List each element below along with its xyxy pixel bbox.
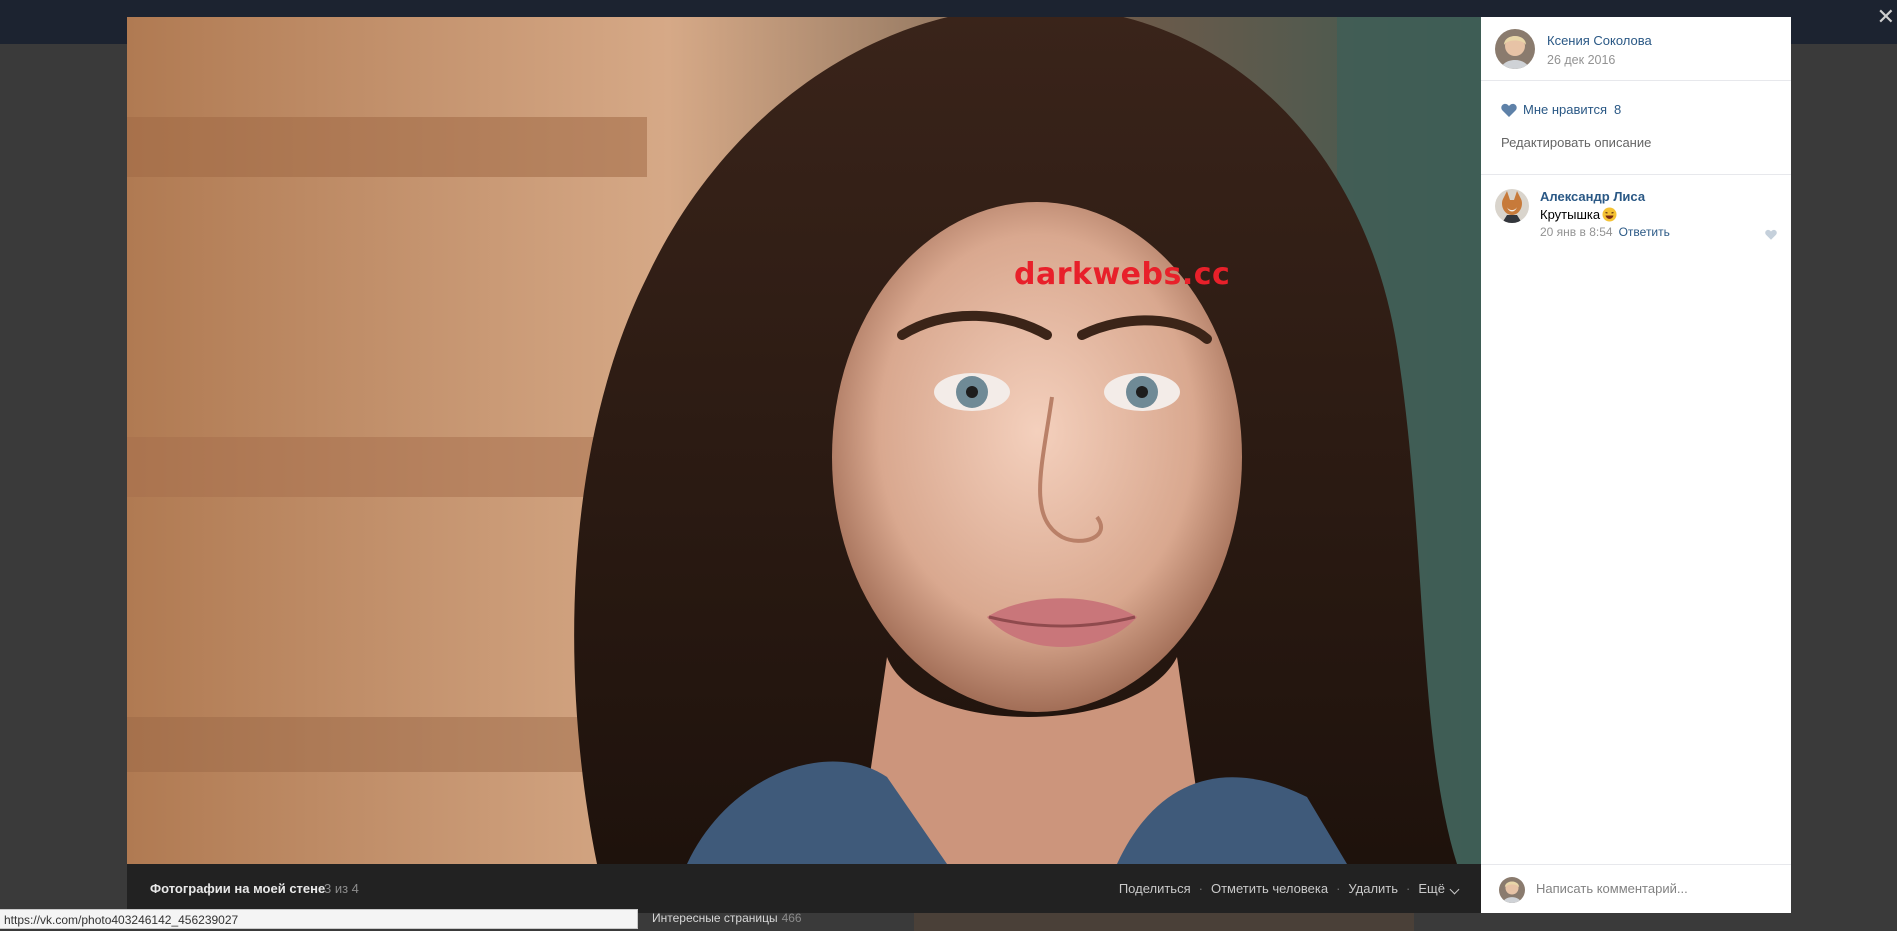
like-label: Мне нравится <box>1523 102 1608 117</box>
photo-image <box>127 17 1481 864</box>
section-count: 466 <box>781 911 802 925</box>
browser-status-bar: https://vk.com/photo403246142_456239027 <box>0 909 638 929</box>
photo-sidebar: Ксения Соколова 26 дек 2016 Мне нравится… <box>1481 17 1791 913</box>
photo-actions: Поделиться · Отметить человека · Удалить… <box>1119 881 1460 896</box>
like-button[interactable]: Мне нравится 8 <box>1501 102 1621 117</box>
photo[interactable]: darkwebs.cc <box>127 17 1481 864</box>
author-avatar[interactable] <box>1495 29 1535 69</box>
comment-item: Александр Лиса Крутышка 20 янв в 8:54 Отв… <box>1495 189 1781 240</box>
album-title[interactable]: Фотографии на моей стене <box>150 881 325 896</box>
post-date[interactable]: 26 дек 2016 <box>1547 53 1615 67</box>
section-title: Интересные страницы <box>652 911 778 925</box>
author-block: Ксения Соколова 26 дек 2016 <box>1481 17 1791 81</box>
photo-viewer: darkwebs.cc Фотографии на моей стене 3 и… <box>127 17 1791 913</box>
comment-like-heart-icon[interactable] <box>1765 229 1777 240</box>
divider <box>1481 174 1791 175</box>
watermark-text: darkwebs.cc <box>1014 257 1231 292</box>
comment-input[interactable] <box>1536 881 1776 896</box>
more-button[interactable]: Ещё <box>1418 881 1460 896</box>
comment-date[interactable]: 20 янв в 8:54 <box>1540 225 1613 239</box>
chevron-down-icon <box>1449 884 1460 895</box>
close-icon[interactable]: ✕ <box>1877 6 1895 28</box>
like-count: 8 <box>1614 102 1622 117</box>
comment-composer <box>1481 864 1791 914</box>
commenter-name[interactable]: Александр Лиса <box>1540 189 1645 204</box>
tag-person-button[interactable]: Отметить человека <box>1211 881 1328 896</box>
separator-dot: · <box>1198 881 1203 896</box>
separator-dot: · <box>1336 881 1341 896</box>
share-button[interactable]: Поделиться <box>1119 881 1191 896</box>
comment-body: Крутышка <box>1540 207 1601 222</box>
more-label: Ещё <box>1418 881 1445 896</box>
background-section-label: Интересные страницы 466 <box>652 911 802 925</box>
laughing-emoji-icon <box>1602 207 1617 222</box>
photo-counter: 3 из 4 <box>324 881 359 896</box>
heart-icon <box>1501 103 1517 117</box>
edit-description-link[interactable]: Редактировать описание <box>1501 135 1651 150</box>
comment-meta: 20 янв в 8:54 Ответить <box>1540 225 1670 239</box>
reply-link[interactable]: Ответить <box>1619 225 1670 239</box>
delete-button[interactable]: Удалить <box>1348 881 1398 896</box>
comment-text: Крутышка <box>1540 207 1617 222</box>
author-name[interactable]: Ксения Соколова <box>1547 33 1652 48</box>
separator-dot: · <box>1406 881 1411 896</box>
background-photos-strip <box>914 913 1414 931</box>
commenter-avatar[interactable] <box>1495 189 1529 223</box>
my-avatar <box>1499 877 1525 903</box>
photo-bottom-bar: Фотографии на моей стене 3 из 4 Поделить… <box>127 864 1481 913</box>
